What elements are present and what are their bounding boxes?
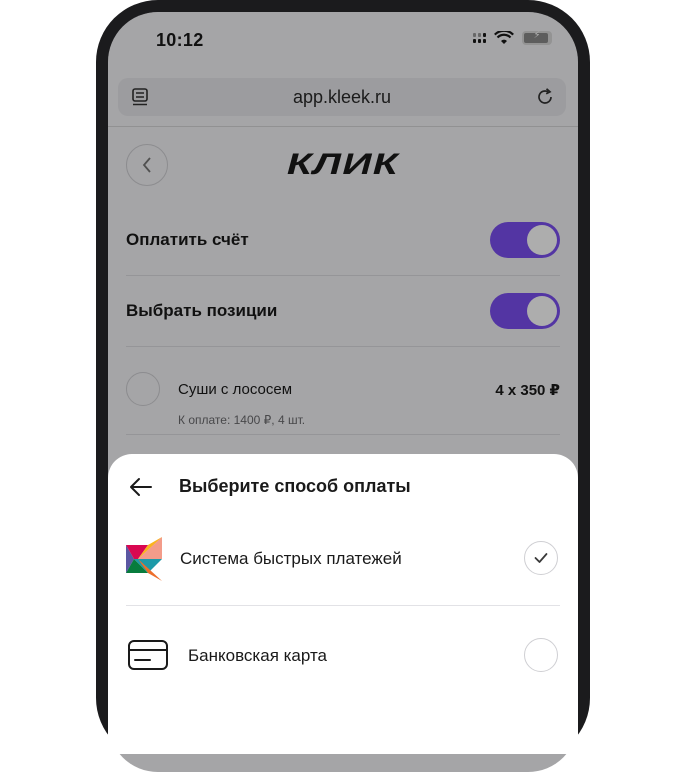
browser-url-bar[interactable]: app.kleek.ru [118,78,566,116]
item-subtitle: К оплате: 1400 ₽, 4 шт. [178,413,306,427]
battery-icon: ⚡ [522,30,552,45]
app-logo: КЛИК [286,148,400,181]
toggle-label: Выбрать позиции [126,301,278,320]
reader-icon[interactable] [130,87,150,107]
bank-card-icon [128,640,168,670]
toggle-row-pay-bill: Оплатить счёт [126,222,560,258]
divider [126,605,560,606]
payment-method-sheet: Выберите способ оплаты Система быстрых п… [108,454,578,754]
divider [126,346,560,347]
item-name: Суши с лососем [178,381,293,398]
status-time: 10:12 [156,30,204,50]
item-select-checkbox[interactable] [126,372,160,406]
sbp-radio[interactable] [524,541,558,575]
arrow-left-icon[interactable] [128,474,154,500]
card-radio[interactable] [524,638,558,672]
divider [126,275,560,276]
option-label-card[interactable]: Банковская карта [188,646,327,666]
pay-bill-toggle[interactable] [490,222,560,258]
item-qty-price: 4 x 350 ₽ [495,382,560,399]
status-icons: ⚡ [473,30,552,45]
toggle-label: Оплатить счёт [126,230,249,249]
divider [126,434,560,435]
reload-icon[interactable] [534,86,556,108]
wifi-icon [494,31,514,44]
divider [108,126,578,127]
select-items-toggle[interactable] [490,293,560,329]
option-label-sbp[interactable]: Система быстрых платежей [180,549,402,569]
toggle-row-select-items: Выбрать позиции [126,293,560,329]
url-text[interactable]: app.kleek.ru [293,87,391,108]
signal-icon [473,33,486,43]
sbp-logo-icon [126,537,162,581]
sheet-title: Выберите способ оплаты [179,476,411,496]
checkmark-icon [534,553,548,563]
